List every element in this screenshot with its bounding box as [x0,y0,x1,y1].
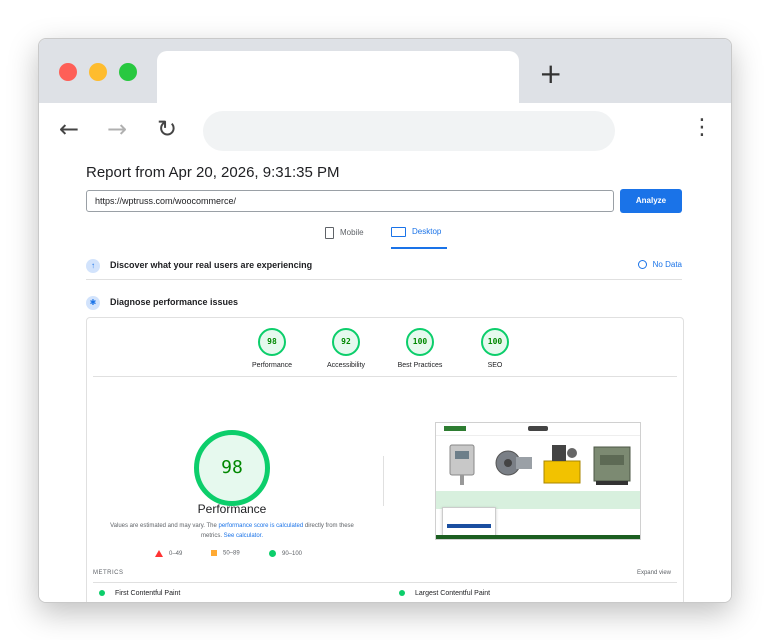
tab-mobile[interactable]: Mobile [325,227,364,247]
diagnose-section: ✱ Diagnose performance issues [86,292,682,316]
product-hydraulic-unit-image [543,445,581,484]
browser-window: + ← → ↻ ⋮ Report from Apr 20, 2026, 9:31… [38,38,732,603]
users-info-icon: ↑ [86,259,100,273]
divider [93,582,677,583]
legend-average-label: 50–89 [223,550,240,557]
score-label: Best Practices [397,362,443,369]
report-panel: 98 Performance 92 Accessibility 100 Best… [86,317,684,602]
thumbnail-logo [528,426,548,431]
minimize-window-button[interactable] [89,63,107,81]
fail-triangle-icon [155,550,163,557]
performance-score-gauge: 98 [194,430,270,506]
thumbnail-footer-band [436,535,640,539]
pass-circle-icon [269,550,276,557]
product-cabinet-image [593,446,631,485]
score-value: 100 [481,328,509,356]
performance-score-label: Performance [197,502,267,516]
metric-first-contentful-paint: First Contentful Paint [99,590,180,597]
divider [93,376,677,377]
real-users-heading: Discover what your real users are experi… [110,260,313,270]
score-value: 92 [332,328,360,356]
diagnose-icon: ✱ [86,296,100,310]
score-value: 98 [258,328,286,356]
note-text: Values are estimated and may vary. The [110,523,219,529]
metrics-header: METRICS [93,570,124,576]
browser-menu-icon[interactable]: ⋮ [691,113,713,143]
page-content: Report from Apr 20, 2026, 9:31:35 PM htt… [39,157,731,602]
analyze-button[interactable]: Analyze [620,189,682,213]
expand-view-button[interactable]: Expand view [637,570,671,576]
close-window-button[interactable] [59,63,77,81]
pass-circle-icon [99,590,105,597]
no-data-indicator: No Data [637,260,682,270]
score-label: SEO [487,362,503,369]
calculator-link[interactable]: See calculator. [224,533,263,539]
thumbnail-cookie-popup [442,507,496,537]
thumbnail-popup-button [447,524,491,528]
browser-toolbar: ← → ↻ ⋮ [39,103,731,158]
score-label: Performance [251,362,293,369]
vertical-divider [383,456,384,506]
legend-fail: 0–49 [155,550,182,557]
real-users-section[interactable]: ↑ Discover what your real users are expe… [86,255,682,280]
metric-largest-contentful-paint: Largest Contentful Paint [399,590,490,597]
diagnose-heading: Diagnose performance issues [110,297,239,307]
maximize-window-button[interactable] [119,63,137,81]
tab-bar: + [39,39,731,103]
product-thermostat-image [449,444,475,485]
legend-pass: 90–100 [269,550,302,557]
url-input[interactable]: https://wptruss.com/woocommerce/ [86,190,614,212]
page-screenshot-thumbnail [435,422,641,540]
active-tab[interactable] [157,51,519,103]
score-note: Values are estimated and may vary. The p… [107,521,357,541]
score-value: 100 [406,328,434,356]
performance-score-link[interactable]: performance score is calculated [218,523,303,529]
forward-button[interactable]: → [107,115,127,143]
score-gauge-performance[interactable]: 98 Performance [237,328,307,369]
tab-desktop[interactable]: Desktop [391,227,447,249]
new-tab-button[interactable]: + [539,59,562,89]
tab-desktop-label: Desktop [412,227,442,237]
pass-circle-icon [399,590,405,597]
legend-average: 50–89 [211,550,240,557]
tab-mobile-label: Mobile [340,228,364,238]
no-data-label: No Data [652,260,682,269]
legend-pass-label: 90–100 [282,551,303,558]
reload-button[interactable]: ↻ [157,115,177,143]
score-label: Accessibility [326,362,366,369]
metric-label: First Contentful Paint [115,590,181,597]
back-button[interactable]: ← [59,115,79,143]
thumbnail-header [436,423,640,436]
laptop-icon [391,227,406,237]
address-bar[interactable] [203,111,615,151]
phone-icon [325,227,334,239]
score-gauge-accessibility[interactable]: 92 Accessibility [311,328,381,369]
metric-label: Largest Contentful Paint [415,590,491,597]
info-icon [637,260,647,270]
score-gauge-seo[interactable]: 100 SEO [460,328,530,369]
thumbnail-button [444,426,466,431]
average-square-icon [211,550,217,556]
product-motor-image [495,450,532,476]
score-gauge-best-practices[interactable]: 100 Best Practices [385,328,455,369]
legend-fail-label: 0–49 [169,551,183,558]
report-title: Report from Apr 20, 2026, 9:31:35 PM [86,164,340,181]
